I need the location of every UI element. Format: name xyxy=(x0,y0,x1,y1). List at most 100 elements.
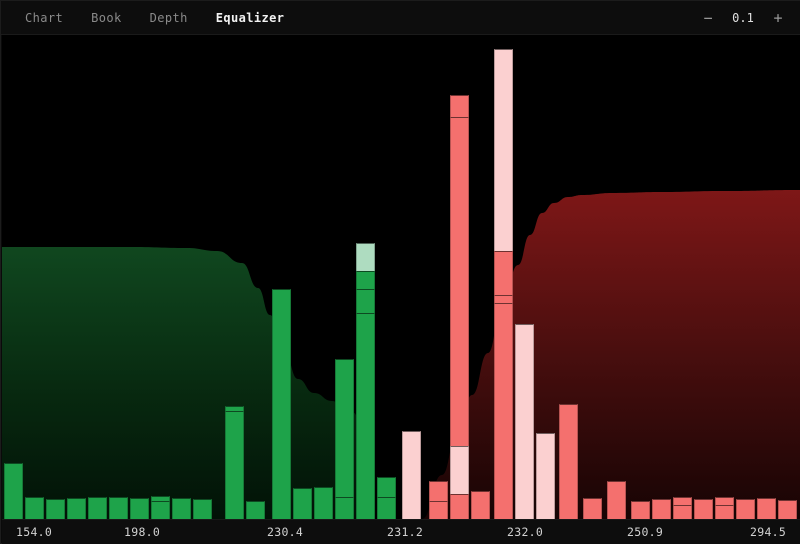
bar-segment xyxy=(109,497,128,519)
bar-segment xyxy=(494,303,513,519)
bar-bid-14[interactable] xyxy=(293,488,312,519)
bar-segment xyxy=(631,501,650,519)
x-axis-tick-label: 250.9 xyxy=(627,525,664,539)
bar-segment xyxy=(450,446,469,494)
tab-chart[interactable]: Chart xyxy=(11,7,77,29)
bar-ask-30[interactable] xyxy=(652,499,671,519)
bar-ask-22[interactable] xyxy=(471,491,490,519)
bar-segment xyxy=(673,505,692,519)
bar-ask-23[interactable] xyxy=(494,49,513,519)
bar-bid-3[interactable] xyxy=(67,498,86,519)
tab-bar: Chart Book Depth Equalizer xyxy=(11,7,298,29)
bar-segment xyxy=(4,463,23,519)
zoom-in-button[interactable]: + xyxy=(765,5,791,31)
bar-ask-29[interactable] xyxy=(631,501,650,519)
bar-segment xyxy=(715,505,734,519)
bar-bid-16[interactable] xyxy=(335,359,354,519)
bar-segment xyxy=(607,481,626,519)
bar-segment xyxy=(377,477,396,497)
bar-segment xyxy=(151,501,170,519)
equalizer-window: Chart Book Depth Equalizer − 0.1 + 154.0… xyxy=(0,0,800,544)
x-axis-tick-label: 294.5 xyxy=(750,525,787,539)
bar-segment xyxy=(246,501,265,519)
bar-bid-2[interactable] xyxy=(46,499,65,519)
bar-ask-31[interactable] xyxy=(673,497,692,519)
bar-segment xyxy=(757,498,776,519)
bar-segment xyxy=(559,404,578,519)
bar-ask-33[interactable] xyxy=(715,497,734,519)
bar-bid-11[interactable] xyxy=(225,406,244,519)
bar-segment xyxy=(402,431,421,519)
bar-bid-4[interactable] xyxy=(88,497,107,519)
bar-segment xyxy=(494,295,513,303)
bar-ask-24[interactable] xyxy=(515,324,534,519)
bar-ask-32[interactable] xyxy=(694,499,713,519)
bar-segment xyxy=(172,498,191,519)
bar-bid-15[interactable] xyxy=(314,487,333,519)
bar-segment xyxy=(130,498,149,519)
bar-bid-7[interactable] xyxy=(151,496,170,519)
bar-segment xyxy=(515,324,534,519)
bar-ask-36[interactable] xyxy=(778,500,797,519)
bar-bid-9[interactable] xyxy=(193,499,212,519)
tab-equalizer[interactable]: Equalizer xyxy=(202,7,299,29)
x-axis: 154.0 198.0 230.4 231.2 232.0 250.9 294.5 xyxy=(2,519,800,544)
bar-bid-18[interactable] xyxy=(377,477,396,519)
tab-book[interactable]: Book xyxy=(77,7,136,29)
bar-segment xyxy=(67,498,86,519)
bar-ask-26[interactable] xyxy=(559,404,578,519)
bar-bid-17[interactable] xyxy=(356,243,375,519)
bar-segment xyxy=(583,498,602,519)
bar-segment xyxy=(88,497,107,519)
bar-segment xyxy=(494,251,513,295)
bar-segment xyxy=(356,289,375,313)
bar-segment xyxy=(225,411,244,519)
bar-bid-13[interactable] xyxy=(272,289,291,519)
bar-ask-20[interactable] xyxy=(429,481,448,519)
bar-segment xyxy=(736,499,755,519)
zoom-controls: − 0.1 + xyxy=(695,1,791,35)
bar-segment xyxy=(193,499,212,519)
bar-segment xyxy=(335,497,354,519)
bar-segment xyxy=(715,497,734,505)
tab-depth[interactable]: Depth xyxy=(136,7,202,29)
x-axis-tick-label: 230.4 xyxy=(267,525,304,539)
x-axis-tick-label: 232.0 xyxy=(507,525,544,539)
bar-segment xyxy=(450,117,469,446)
bar-segment xyxy=(471,491,490,519)
bar-series xyxy=(2,35,800,519)
bar-ask-27[interactable] xyxy=(583,498,602,519)
bar-ask-19[interactable] xyxy=(402,431,421,519)
x-axis-tick-label: 198.0 xyxy=(124,525,161,539)
bar-ask-35[interactable] xyxy=(757,498,776,519)
bar-segment xyxy=(46,499,65,519)
bar-segment xyxy=(272,289,291,519)
x-axis-tick-label: 231.2 xyxy=(387,525,424,539)
bar-ask-34[interactable] xyxy=(736,499,755,519)
bar-segment xyxy=(494,49,513,251)
bar-bid-5[interactable] xyxy=(109,497,128,519)
equalizer-plot[interactable] xyxy=(2,35,800,519)
bar-segment xyxy=(778,500,797,519)
bar-segment xyxy=(536,433,555,519)
x-axis-tick-label: 154.0 xyxy=(16,525,53,539)
bar-segment xyxy=(377,497,396,519)
zoom-level-value: 0.1 xyxy=(732,11,754,25)
bar-bid-0[interactable] xyxy=(4,463,23,519)
bar-segment xyxy=(694,499,713,519)
bar-bid-8[interactable] xyxy=(172,498,191,519)
zoom-out-button[interactable]: − xyxy=(695,5,721,31)
bar-segment xyxy=(25,497,44,519)
bar-segment xyxy=(151,496,170,501)
bar-bid-1[interactable] xyxy=(25,497,44,519)
bar-segment xyxy=(450,95,469,117)
bar-segment xyxy=(429,481,448,501)
bar-ask-21[interactable] xyxy=(450,95,469,519)
toolbar: Chart Book Depth Equalizer − 0.1 + xyxy=(1,1,800,35)
bar-segment xyxy=(673,497,692,505)
bar-ask-25[interactable] xyxy=(536,433,555,519)
bar-bid-6[interactable] xyxy=(130,498,149,519)
bar-bid-12[interactable] xyxy=(246,501,265,519)
bar-ask-28[interactable] xyxy=(607,481,626,519)
bar-segment xyxy=(356,271,375,289)
